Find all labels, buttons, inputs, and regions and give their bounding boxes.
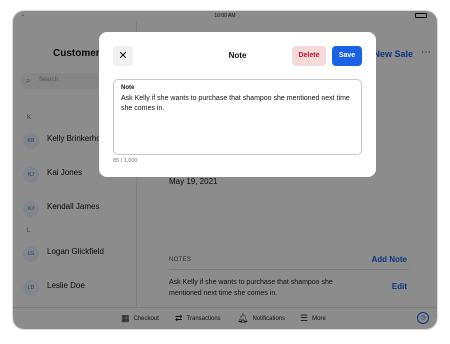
save-button[interactable]: Save — [332, 46, 362, 66]
note-field-label: Note — [121, 85, 135, 91]
character-counter: 85 / 1,000 — [113, 158, 138, 164]
device-frame: ◔ 10:00 AM Customers ⌕ Search K KB Kelly… — [13, 11, 437, 329]
note-field-value[interactable]: Ask Kelly if she wants to purchase that … — [121, 94, 357, 114]
close-icon: ✕ — [118, 50, 128, 62]
note-textarea[interactable]: Note Ask Kelly if she wants to purchase … — [113, 79, 362, 155]
close-button[interactable]: ✕ — [113, 46, 133, 66]
delete-button[interactable]: Delete — [292, 46, 326, 66]
note-dialog: ✕ Note Delete Save Note Ask Kelly if she… — [99, 32, 376, 177]
